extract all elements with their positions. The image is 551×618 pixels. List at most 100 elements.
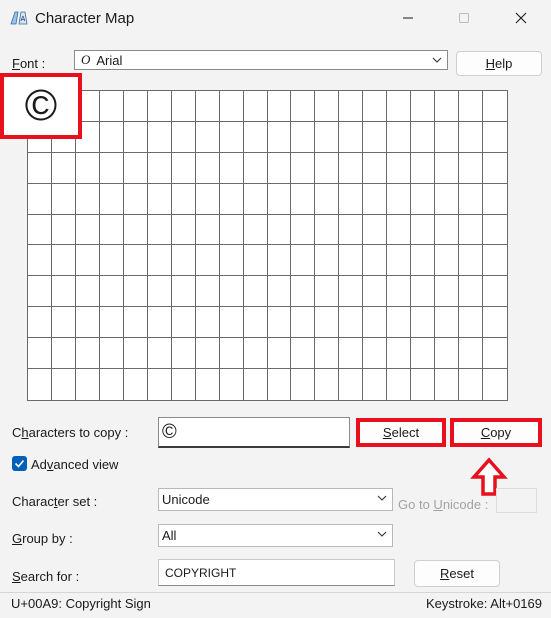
character-cell[interactable]: [243, 276, 268, 308]
character-cell[interactable]: [219, 338, 244, 370]
character-cell[interactable]: [75, 338, 100, 370]
character-cell[interactable]: [99, 121, 124, 153]
character-cell[interactable]: [363, 338, 388, 370]
character-cell[interactable]: [171, 214, 196, 246]
character-cell[interactable]: [219, 245, 244, 277]
character-cell[interactable]: [339, 307, 364, 339]
character-cell[interactable]: [100, 369, 124, 400]
character-cell[interactable]: [28, 369, 52, 400]
character-cell[interactable]: [435, 152, 460, 184]
character-cell[interactable]: [435, 214, 460, 246]
character-cell[interactable]: [291, 245, 316, 277]
advanced-view-label[interactable]: Advanced view: [31, 457, 118, 472]
character-cell[interactable]: [387, 152, 412, 184]
character-cell[interactable]: [459, 307, 484, 339]
character-cell[interactable]: [147, 91, 172, 122]
character-cell[interactable]: [291, 214, 316, 246]
character-cell[interactable]: [483, 245, 507, 277]
character-cell[interactable]: [363, 307, 388, 339]
character-cell[interactable]: [387, 214, 412, 246]
character-cell[interactable]: [51, 307, 76, 339]
character-cell[interactable]: [315, 152, 340, 184]
character-cell[interactable]: [124, 369, 148, 400]
character-cell[interactable]: [339, 152, 364, 184]
character-cell[interactable]: [244, 369, 268, 400]
character-cell[interactable]: [243, 152, 268, 184]
character-cell[interactable]: [291, 307, 316, 339]
character-cell[interactable]: [387, 245, 412, 277]
character-cell[interactable]: [411, 121, 436, 153]
character-cell[interactable]: [435, 338, 460, 370]
character-cell[interactable]: [171, 307, 196, 339]
character-cell[interactable]: [315, 369, 340, 400]
character-cell[interactable]: [411, 245, 436, 277]
character-cell[interactable]: [28, 183, 52, 215]
character-cell[interactable]: [123, 91, 148, 122]
character-cell[interactable]: [267, 152, 292, 184]
character-cell[interactable]: [387, 91, 412, 122]
character-cell[interactable]: [267, 214, 292, 246]
character-cell[interactable]: [51, 276, 76, 308]
character-cell[interactable]: [339, 338, 364, 370]
character-cell[interactable]: [435, 307, 460, 339]
character-cell[interactable]: [291, 121, 316, 153]
close-button[interactable]: [498, 0, 544, 36]
character-cell[interactable]: [123, 183, 148, 215]
character-cell[interactable]: [339, 183, 364, 215]
character-cell[interactable]: [147, 121, 172, 153]
character-cell[interactable]: [267, 183, 292, 215]
character-cell[interactable]: [411, 152, 436, 184]
character-cell[interactable]: [435, 121, 460, 153]
character-cell[interactable]: [195, 121, 220, 153]
character-cell[interactable]: [291, 276, 316, 308]
character-cell[interactable]: [75, 276, 100, 308]
character-cell[interactable]: [435, 91, 460, 122]
character-cell[interactable]: [123, 338, 148, 370]
character-cell[interactable]: [483, 369, 507, 400]
character-cell[interactable]: [171, 245, 196, 277]
character-cell[interactable]: [387, 369, 412, 400]
character-cell[interactable]: [219, 121, 244, 153]
character-cell[interactable]: [339, 214, 364, 246]
character-cell[interactable]: [99, 307, 124, 339]
character-cell[interactable]: [339, 369, 364, 400]
character-cell[interactable]: [28, 245, 52, 277]
character-cell[interactable]: [171, 152, 196, 184]
character-cell[interactable]: [195, 214, 220, 246]
character-cell[interactable]: [363, 121, 388, 153]
character-cell[interactable]: [147, 245, 172, 277]
character-cell[interactable]: [219, 152, 244, 184]
character-cell[interactable]: [267, 91, 292, 122]
character-cell[interactable]: [315, 121, 340, 153]
character-cell[interactable]: [315, 183, 340, 215]
character-cell[interactable]: [171, 276, 196, 308]
character-cell[interactable]: [483, 276, 507, 308]
character-cell[interactable]: [196, 369, 220, 400]
character-cell[interactable]: [459, 214, 484, 246]
character-cell[interactable]: [243, 245, 268, 277]
character-cell[interactable]: [459, 369, 484, 400]
character-cell[interactable]: [483, 91, 507, 122]
character-cell[interactable]: [387, 307, 412, 339]
character-cell[interactable]: [459, 276, 484, 308]
select-button[interactable]: Select: [356, 418, 446, 447]
character-cell[interactable]: [315, 276, 340, 308]
character-cell[interactable]: [51, 183, 76, 215]
character-cell[interactable]: [315, 91, 340, 122]
character-cell[interactable]: [219, 307, 244, 339]
character-cell[interactable]: [123, 245, 148, 277]
character-cell[interactable]: [195, 276, 220, 308]
character-cell[interactable]: [291, 183, 316, 215]
character-cell[interactable]: [147, 276, 172, 308]
character-cell[interactable]: [219, 183, 244, 215]
maximize-button[interactable]: [441, 0, 487, 36]
character-cell[interactable]: [483, 215, 507, 246]
character-cell[interactable]: [411, 276, 436, 308]
character-cell[interactable]: [99, 214, 124, 246]
character-cell[interactable]: [339, 245, 364, 277]
character-cell[interactable]: [459, 245, 484, 277]
character-cell[interactable]: [28, 338, 52, 370]
character-cell[interactable]: [315, 307, 340, 339]
character-cell[interactable]: [411, 214, 436, 246]
character-cell[interactable]: [339, 91, 364, 122]
